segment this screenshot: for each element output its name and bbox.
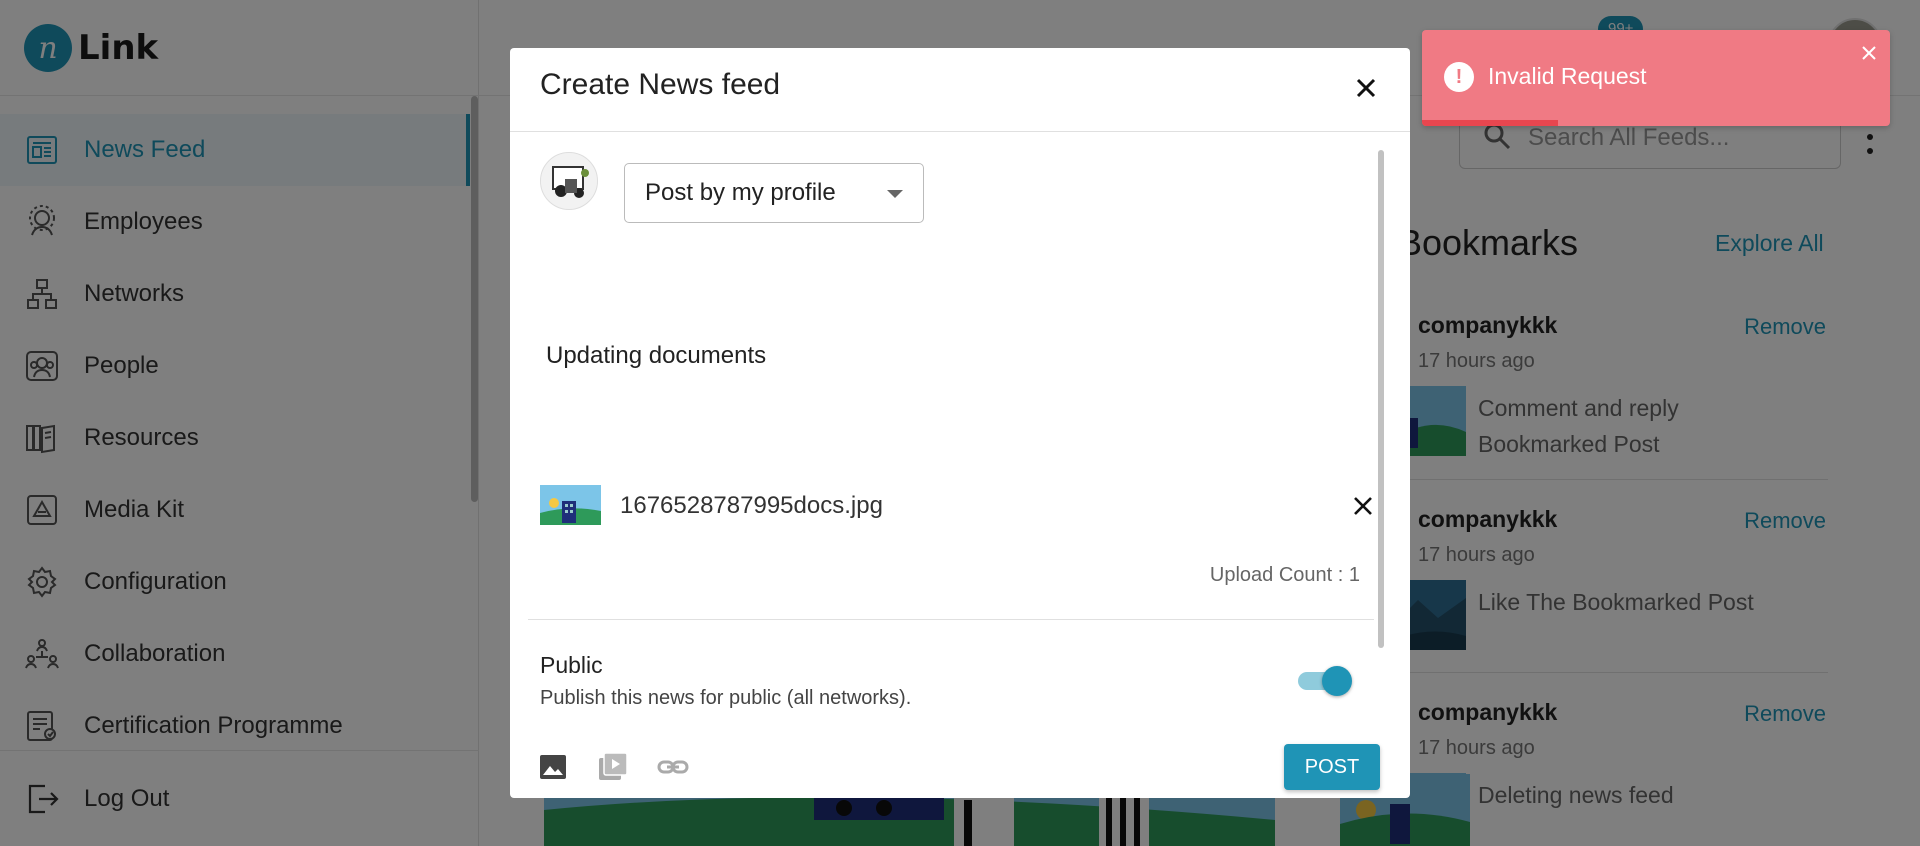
- video-icon[interactable]: [596, 750, 630, 784]
- post-text-area[interactable]: Updating documents: [546, 342, 1346, 370]
- remove-attachment-icon[interactable]: [1348, 491, 1378, 521]
- upload-count: Upload Count : 1: [1209, 564, 1360, 586]
- public-label: Public: [540, 652, 603, 678]
- create-news-feed-modal: Create News feed Post by my profile Upda…: [510, 48, 1410, 798]
- modal-scrollbar[interactable]: [1378, 150, 1384, 648]
- chevron-down-icon: [887, 190, 903, 198]
- attachment-thumbnail: [540, 485, 601, 525]
- attachment-item: 1676528787995docs.jpg: [540, 485, 1372, 527]
- modal-title: Create News feed: [540, 68, 781, 101]
- toast-progress-bar: [1422, 120, 1558, 126]
- image-icon[interactable]: [536, 750, 570, 784]
- modal-footer: POST: [510, 692, 1410, 798]
- modal-header: Create News feed: [510, 48, 1410, 132]
- post-button[interactable]: POST: [1284, 744, 1380, 790]
- close-icon[interactable]: [1858, 42, 1880, 64]
- section-divider: [528, 619, 1374, 620]
- attachment-name: 1676528787995docs.jpg: [620, 492, 883, 519]
- link-icon[interactable]: [656, 750, 690, 784]
- modal-body: Post by my profile Updating documents 16…: [510, 132, 1410, 709]
- post-by-select[interactable]: Post by my profile: [624, 163, 924, 223]
- avatar: [540, 152, 598, 210]
- toast-message: Invalid Request: [1488, 63, 1647, 89]
- alert-icon: !: [1444, 62, 1474, 92]
- post-by-value: Post by my profile: [645, 179, 836, 206]
- error-toast: ! Invalid Request: [1422, 30, 1890, 126]
- close-icon[interactable]: [1346, 68, 1386, 108]
